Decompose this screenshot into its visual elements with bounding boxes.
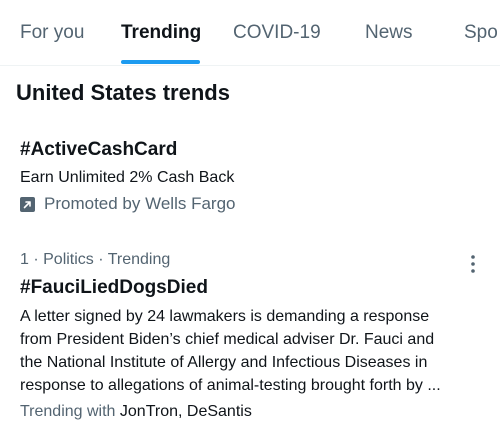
trend-meta: 1 · Politics · Trending — [20, 251, 171, 268]
trend-description: A letter signed by 24 lawmakers is deman… — [20, 305, 482, 397]
trend-description-line: response to allegations of animal-testin… — [20, 377, 441, 394]
active-tab-indicator — [121, 60, 200, 64]
trend-hashtag: #FauciLiedDogsDied — [20, 277, 208, 298]
trend-description-line: from President Biden’s chief medical adv… — [20, 331, 435, 348]
tab-for-you[interactable]: For you — [20, 22, 84, 44]
tab-sports[interactable]: Spo — [464, 22, 498, 44]
promoted-by-line: Promoted by Wells Fargo — [20, 193, 235, 215]
trend-description-line: the National Institute of Allergy and In… — [20, 354, 428, 371]
tab-covid-19[interactable]: COVID-19 — [233, 22, 321, 44]
trending-with-label: Trending with — [20, 403, 116, 420]
trend-item[interactable]: 1 · Politics · Trending #FauciLiedDogsDi… — [0, 242, 500, 432]
trending-with-names[interactable]: JonTron, DeSantis — [120, 403, 252, 420]
promoted-hashtag: #ActiveCashCard — [20, 139, 178, 160]
promoted-arrow-icon — [20, 196, 35, 212]
trend-description-line: A letter signed by 24 lawmakers is deman… — [20, 308, 430, 325]
more-vertical-icon[interactable] — [462, 252, 484, 276]
trending-with: Trending with JonTron, DeSantis — [20, 403, 252, 421]
section-title: United States trends — [16, 80, 230, 105]
tab-bar: For you Trending COVID-19 News Spo — [0, 0, 500, 66]
tab-news[interactable]: News — [365, 22, 413, 44]
tab-trending[interactable]: Trending — [121, 22, 201, 44]
promoted-by-text[interactable]: Promoted by Wells Fargo — [44, 194, 235, 214]
promoted-description: Earn Unlimited 2% Cash Back — [20, 169, 235, 186]
promoted-trend[interactable]: #ActiveCashCard Earn Unlimited 2% Cash B… — [0, 130, 500, 230]
